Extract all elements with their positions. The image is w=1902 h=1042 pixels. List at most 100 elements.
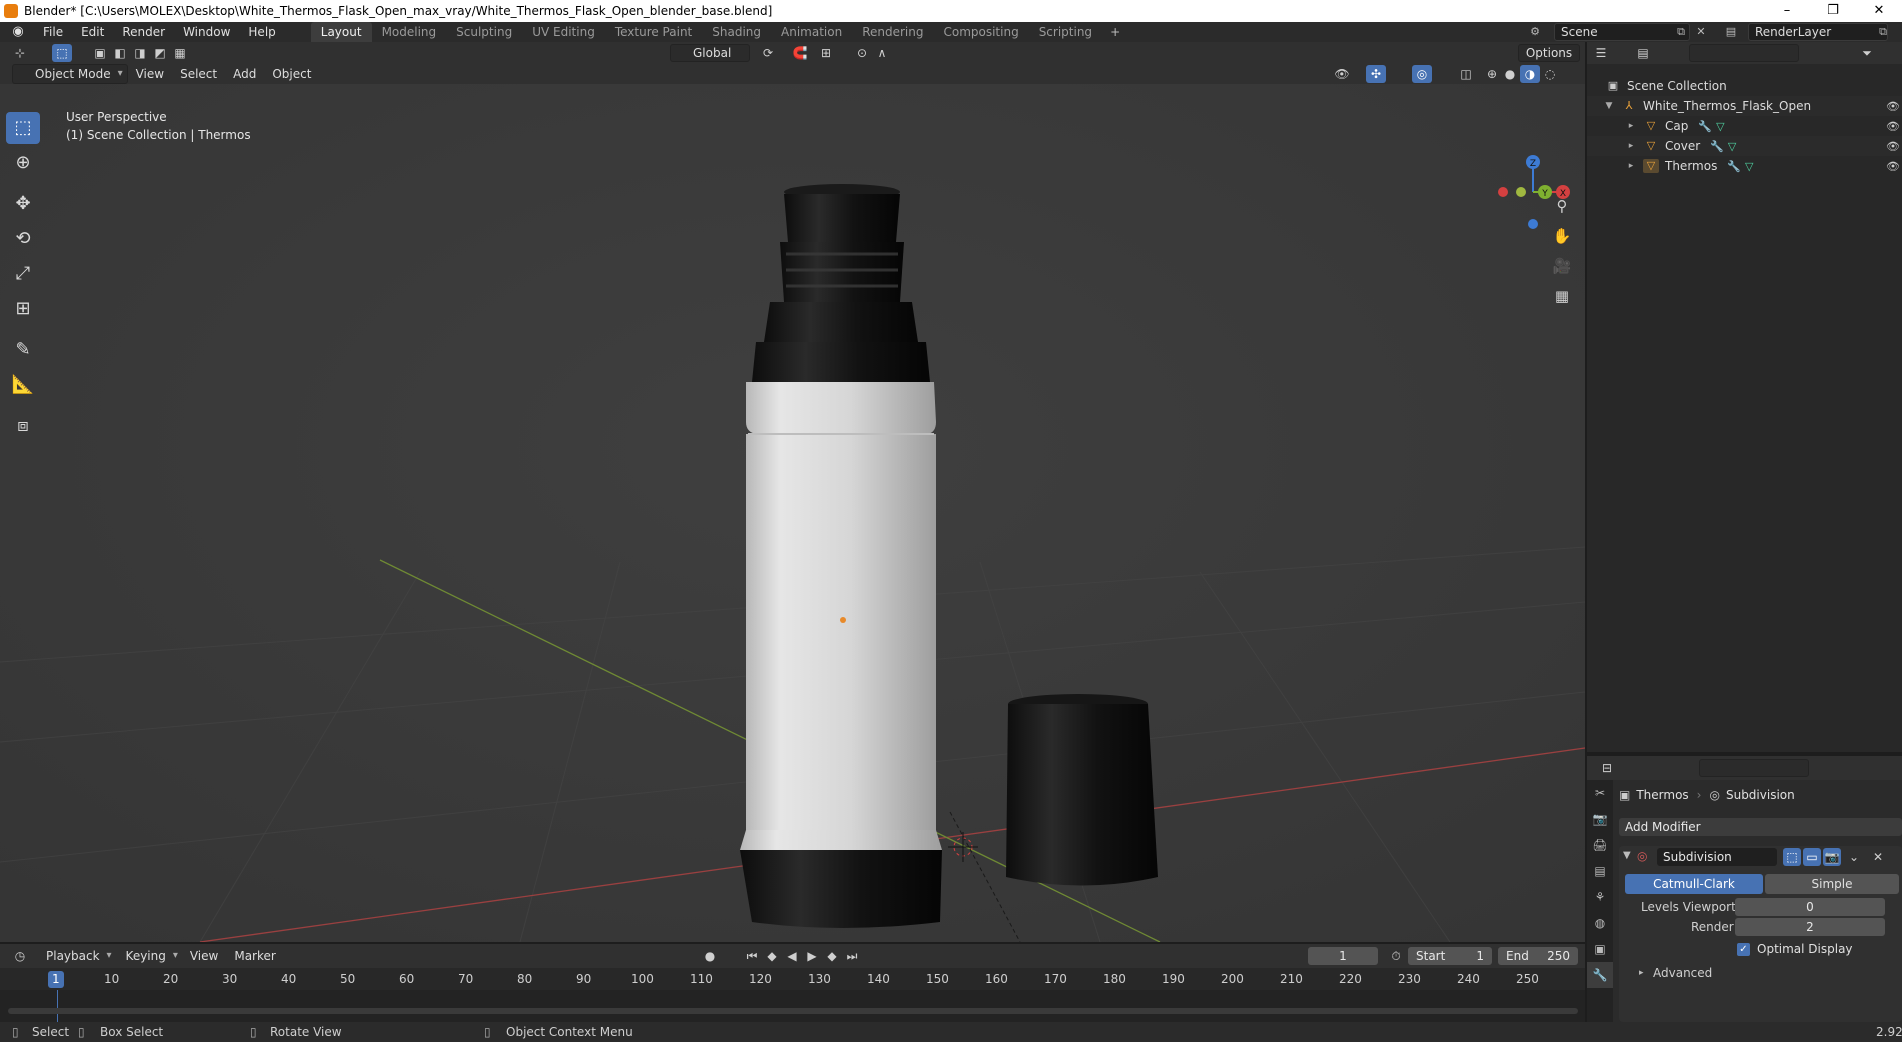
playback-dropdown[interactable]: Playback [40, 947, 116, 965]
select-extend-icon[interactable]: ◧ [110, 44, 130, 62]
falloff-icon[interactable]: ∧ [872, 44, 892, 62]
menu-window[interactable]: Window [174, 22, 239, 42]
render-tab-icon[interactable]: 📷 [1587, 806, 1613, 832]
visibility-eye-icon[interactable]: 👁 [1886, 120, 1900, 133]
scene-tab-icon[interactable]: ⚘ [1587, 884, 1613, 910]
menu-render[interactable]: Render [113, 22, 174, 42]
timeline-track-area[interactable] [0, 990, 1585, 1022]
collapse-arrow-icon[interactable]: ▼ [1623, 850, 1631, 861]
outliner-editor-icon[interactable]: ☰ [1591, 44, 1611, 62]
render-toggle-icon[interactable]: 📷 [1823, 848, 1841, 866]
select-tool-icon[interactable]: ⬚ [52, 44, 72, 62]
modifier-wrench-icon[interactable]: 🔧 [1727, 160, 1741, 173]
zoom-icon[interactable]: ⚲ [1550, 194, 1574, 218]
add-cube-tool-icon[interactable]: ⧈ [6, 410, 40, 442]
solid-shading-icon[interactable]: ● [1500, 65, 1520, 83]
prev-keyframe-icon[interactable]: ◆ [762, 947, 782, 965]
menu-help[interactable]: Help [239, 22, 284, 42]
tab-shading[interactable]: Shading [702, 22, 771, 42]
view-layer-icon[interactable]: ▤ [1722, 24, 1740, 40]
current-frame-field[interactable]: 1 [1308, 947, 1378, 965]
visibility-eye-icon[interactable]: 👁 [1886, 140, 1900, 153]
transform-orientation-dropdown[interactable]: Global [670, 44, 750, 62]
simple-button[interactable]: Simple [1765, 874, 1899, 894]
properties-editor-icon[interactable]: ⊟ [1597, 759, 1617, 777]
edit-mode-toggle-icon[interactable]: ⬚ [1783, 848, 1801, 866]
object-tab-icon[interactable]: ▣ [1587, 936, 1613, 962]
editor-type-icon[interactable]: ⊹ [10, 44, 30, 62]
advanced-section-label[interactable]: Advanced [1653, 966, 1712, 980]
expand-arrow-icon[interactable]: ▸ [1625, 121, 1637, 131]
play-icon[interactable]: ▶ [802, 947, 822, 965]
end-frame-field[interactable]: End 250 [1498, 947, 1578, 965]
restore-button[interactable]: ❐ [1810, 0, 1856, 22]
options-dropdown[interactable]: Options [1518, 44, 1580, 62]
cursor-tool-icon[interactable]: ⊕ [6, 147, 40, 179]
menu-select[interactable]: Select [172, 64, 225, 84]
object-mode-dropdown[interactable]: Object Mode [12, 64, 128, 84]
3d-viewport[interactable]: ⊹ ⬚ ▣ ◧ ◨ ◩ ▦ Global ⟳ 🧲 ⊞ ⊙ ∧ Options O… [0, 42, 1585, 942]
advanced-expand-icon[interactable]: ▸ [1639, 968, 1644, 978]
select-invert-icon[interactable]: ◩ [150, 44, 170, 62]
annotate-tool-icon[interactable]: ✎ [6, 334, 40, 366]
menu-file[interactable]: File [34, 22, 72, 42]
outliner-object-cover[interactable]: ▸ ▽ Cover 🔧 ▽ 👁 [1587, 136, 1902, 156]
tab-compositing[interactable]: Compositing [933, 22, 1028, 42]
rendered-shading-icon[interactable]: ◌ [1540, 65, 1560, 83]
render-layer-selector[interactable]: RenderLayer [1748, 23, 1888, 41]
tab-sculpting[interactable]: Sculpting [446, 22, 522, 42]
catmull-clark-button[interactable]: Catmull-Clark [1625, 874, 1763, 894]
xray-icon[interactable]: ◫ [1456, 65, 1476, 83]
keying-dropdown[interactable]: Keying [120, 947, 182, 965]
tool-tab-icon[interactable]: ✂ [1587, 780, 1613, 806]
render-levels-field[interactable]: 2 [1735, 918, 1885, 936]
close-button[interactable]: ✕ [1856, 0, 1902, 22]
timeline-marker-menu[interactable]: Marker [226, 946, 283, 966]
view-layer-tab-icon[interactable]: ▤ [1587, 858, 1613, 884]
measure-tool-icon[interactable]: 📐 [6, 369, 40, 401]
perspective-toggle-icon[interactable]: ▦ [1550, 284, 1574, 308]
jump-end-icon[interactable]: ⏭ [842, 947, 862, 965]
tab-uv-editing[interactable]: UV Editing [522, 22, 605, 42]
modifier-dropdown-icon[interactable]: ⌄ [1845, 848, 1863, 866]
visibility-eye-icon[interactable]: 👁 [1886, 100, 1900, 113]
pivot-point-icon[interactable]: ⟳ [758, 44, 778, 62]
snap-target-icon[interactable]: ⊞ [816, 44, 836, 62]
camera-view-icon[interactable]: 🎥 [1550, 254, 1574, 278]
expand-arrow-icon[interactable]: ▸ [1625, 141, 1637, 151]
properties-search-input[interactable] [1699, 759, 1809, 777]
scene-selector[interactable]: Scene [1554, 23, 1690, 41]
tab-texture-paint[interactable]: Texture Paint [605, 22, 702, 42]
mesh-data-icon[interactable]: ▽ [1728, 140, 1736, 153]
mesh-data-icon[interactable]: ▽ [1716, 120, 1724, 133]
current-frame-indicator[interactable]: 1 [48, 971, 64, 988]
filter-icon[interactable]: ⏷ [1857, 44, 1877, 62]
remove-modifier-icon[interactable]: ✕ [1869, 848, 1887, 866]
tab-layout[interactable]: Layout [310, 22, 372, 42]
overlays-icon[interactable]: ◎ [1412, 65, 1432, 83]
gizmo-toggle-icon[interactable]: ✣ [1366, 65, 1386, 83]
select-new-icon[interactable]: ▣ [90, 44, 110, 62]
wireframe-shading-icon[interactable]: ⊕ [1482, 65, 1502, 83]
pan-hand-icon[interactable]: ✋ [1550, 224, 1574, 248]
record-keyframe-icon[interactable]: ● [700, 947, 720, 965]
optimal-display-checkbox[interactable]: ✓ [1737, 943, 1750, 956]
tab-rendering[interactable]: Rendering [852, 22, 933, 42]
menu-view[interactable]: View [128, 64, 172, 84]
expand-arrow-icon[interactable]: ▸ [1625, 161, 1637, 171]
jump-start-icon[interactable]: ⏮ [742, 947, 762, 965]
timeline-scrollbar[interactable] [8, 1008, 1578, 1014]
proportional-edit-icon[interactable]: ⊙ [852, 44, 872, 62]
outliner-search-input[interactable] [1689, 44, 1799, 62]
select-subtract-icon[interactable]: ◨ [130, 44, 150, 62]
menu-add[interactable]: Add [225, 64, 264, 84]
levels-viewport-field[interactable]: 0 [1735, 898, 1885, 916]
select-box-tool-icon[interactable]: ⬚ [6, 112, 40, 144]
viewport-toggle-icon[interactable]: ▭ [1803, 848, 1821, 866]
snap-icon[interactable]: 🧲 [790, 44, 810, 62]
select-intersect-icon[interactable]: ▦ [170, 44, 190, 62]
timeline-editor-icon[interactable]: ◷ [10, 947, 30, 965]
remove-scene-icon[interactable]: ✕ [1692, 24, 1710, 40]
start-frame-field[interactable]: Start 1 [1408, 947, 1492, 965]
outliner-collection-row[interactable]: ▼ ⅄ White_Thermos_Flask_Open 👁 [1587, 96, 1902, 116]
